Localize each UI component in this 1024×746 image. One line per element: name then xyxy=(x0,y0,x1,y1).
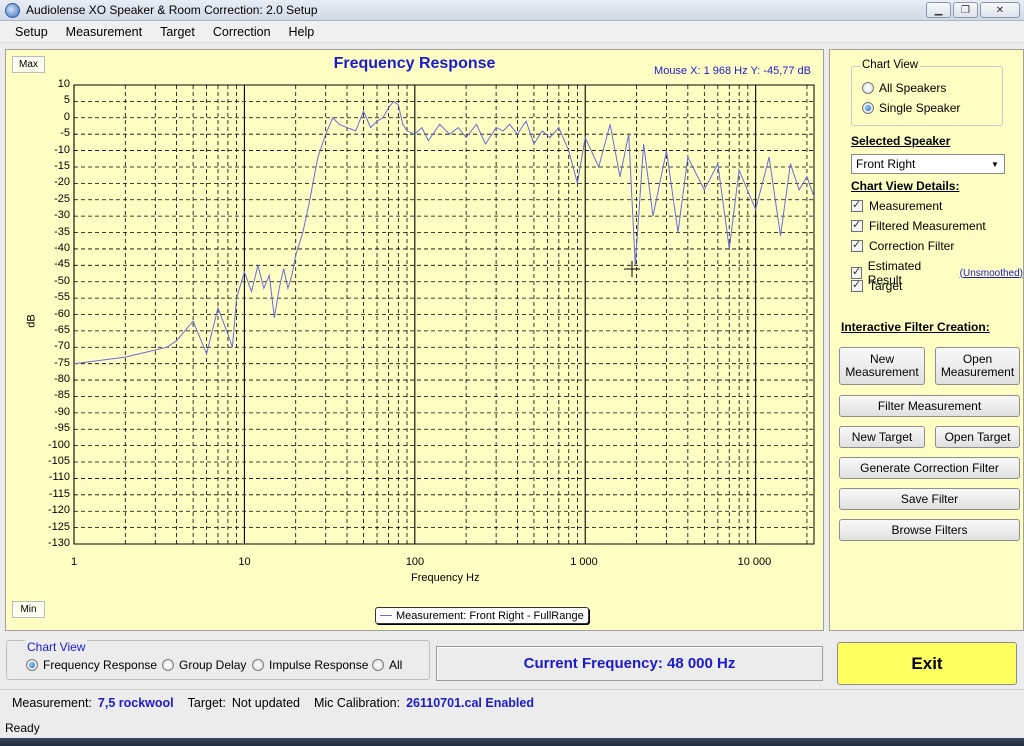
new-target-button[interactable]: New Target xyxy=(839,426,925,448)
radio-all-speakers[interactable]: All Speakers xyxy=(862,81,946,95)
browse-filters-button[interactable]: Browse Filters xyxy=(839,519,1020,541)
chart-view-group-title: Chart View xyxy=(860,59,921,71)
measurement-value: 7,5 rockwool xyxy=(97,696,174,710)
interactive-filter-label: Interactive Filter Creation: xyxy=(841,320,990,334)
radio-impulse-response[interactable]: Impulse Response xyxy=(252,658,368,672)
check-measurement-label: Measurement xyxy=(869,199,943,213)
legend-label: Measurement: Front Right - FullRange xyxy=(396,609,584,622)
app-icon xyxy=(5,3,20,18)
radio-frequency-response[interactable]: Frequency Response xyxy=(26,658,157,672)
chart-view-type-group: Chart View Frequency Response Group Dela… xyxy=(6,640,430,680)
close-icon[interactable]: ✕ xyxy=(980,2,1020,18)
exit-button[interactable]: Exit xyxy=(837,642,1017,685)
info-row: Measurement: 7,5 rockwool Target: Not up… xyxy=(12,696,542,710)
selected-speaker-label: Selected Speaker xyxy=(851,134,951,148)
radio-all[interactable]: All xyxy=(372,658,402,672)
radio-selected-icon[interactable] xyxy=(862,102,874,114)
checkbox-icon[interactable] xyxy=(851,218,863,232)
open-target-button[interactable]: Open Target xyxy=(935,426,1020,448)
speaker-select-value: Front Right xyxy=(856,157,916,171)
target-label: Target: xyxy=(187,696,226,710)
menu-setup[interactable]: Setup xyxy=(6,25,57,39)
checkbox-icon[interactable] xyxy=(851,278,863,292)
radio-single-speaker[interactable]: Single Speaker xyxy=(862,101,960,115)
right-panel: Chart View All Speakers Single Speaker S… xyxy=(829,49,1024,631)
chart-view-group: Chart View All Speakers Single Speaker xyxy=(851,59,1003,126)
window-title: Audiolense XO Speaker & Room Correction:… xyxy=(26,3,318,17)
title-bar: Audiolense XO Speaker & Room Correction:… xyxy=(0,0,1024,21)
radio-icon[interactable] xyxy=(162,659,174,671)
maximize-icon[interactable]: ❐ xyxy=(953,2,978,18)
check-target[interactable]: Target xyxy=(851,278,903,293)
mic-calibration-label: Mic Calibration: xyxy=(313,696,401,710)
radio-icon[interactable] xyxy=(252,659,264,671)
generate-correction-filter-button[interactable]: Generate Correction Filter xyxy=(839,457,1020,479)
unsmoothed-link[interactable]: (Unsmoothed) xyxy=(960,268,1023,279)
menu-help[interactable]: Help xyxy=(280,25,324,39)
radio-group-delay[interactable]: Group Delay xyxy=(162,658,246,672)
radio-icon[interactable] xyxy=(862,82,874,94)
menu-correction[interactable]: Correction xyxy=(204,25,280,39)
check-measurement[interactable]: Measurement xyxy=(851,198,943,213)
check-target-label: Target xyxy=(869,279,903,293)
menu-measurement[interactable]: Measurement xyxy=(57,25,151,39)
menu-bar: Setup Measurement Target Correction Help xyxy=(0,21,1024,43)
check-correction-filter[interactable]: Correction Filter xyxy=(851,238,955,253)
radio-frequency-response-label: Frequency Response xyxy=(43,658,158,672)
filter-measurement-button[interactable]: Filter Measurement xyxy=(839,395,1020,417)
mic-calibration-value: 26110701.cal Enabled xyxy=(406,696,534,710)
chart-view-type-title: Chart View xyxy=(25,640,88,654)
minimize-icon[interactable]: ▁ xyxy=(926,2,951,18)
window-controls: ▁ ❐ ✕ xyxy=(926,2,1020,18)
measurement-label: Measurement: xyxy=(12,696,92,710)
radio-all-label: All xyxy=(389,658,403,672)
open-measurement-button[interactable]: Open Measurement xyxy=(935,347,1020,385)
check-correction-filter-label: Correction Filter xyxy=(869,239,955,253)
check-filtered-measurement[interactable]: Filtered Measurement xyxy=(851,218,986,233)
radio-impulse-response-label: Impulse Response xyxy=(269,658,369,672)
frequency-plot[interactable] xyxy=(6,50,825,632)
target-value: Not updated xyxy=(231,696,300,710)
radio-single-speaker-label: Single Speaker xyxy=(879,101,961,115)
radio-all-speakers-label: All Speakers xyxy=(879,81,947,95)
chart-panel: Max Min Frequency Response Mouse X: 1 96… xyxy=(5,49,824,631)
speaker-select[interactable]: Front Right ▼ xyxy=(851,154,1005,174)
save-filter-button[interactable]: Save Filter xyxy=(839,488,1020,510)
chart-legend: Measurement: Front Right - FullRange xyxy=(375,607,589,624)
legend-swatch xyxy=(380,615,392,616)
status-text: Ready xyxy=(5,721,40,735)
chart-view-details-label: Chart View Details: xyxy=(851,179,960,193)
taskbar xyxy=(0,738,1024,746)
divider xyxy=(0,689,1024,690)
new-measurement-button[interactable]: New Measurement xyxy=(839,347,925,385)
checkbox-icon[interactable] xyxy=(851,198,863,212)
current-frequency-display: Current Frequency: 48 000 Hz xyxy=(436,646,823,681)
radio-group-delay-label: Group Delay xyxy=(179,658,247,672)
checkbox-icon[interactable] xyxy=(851,238,863,252)
radio-icon[interactable] xyxy=(372,659,384,671)
chevron-down-icon[interactable]: ▼ xyxy=(988,157,1002,171)
plot-area xyxy=(73,84,815,545)
menu-target[interactable]: Target xyxy=(151,25,204,39)
radio-selected-icon[interactable] xyxy=(26,659,38,671)
check-filtered-measurement-label: Filtered Measurement xyxy=(869,219,986,233)
